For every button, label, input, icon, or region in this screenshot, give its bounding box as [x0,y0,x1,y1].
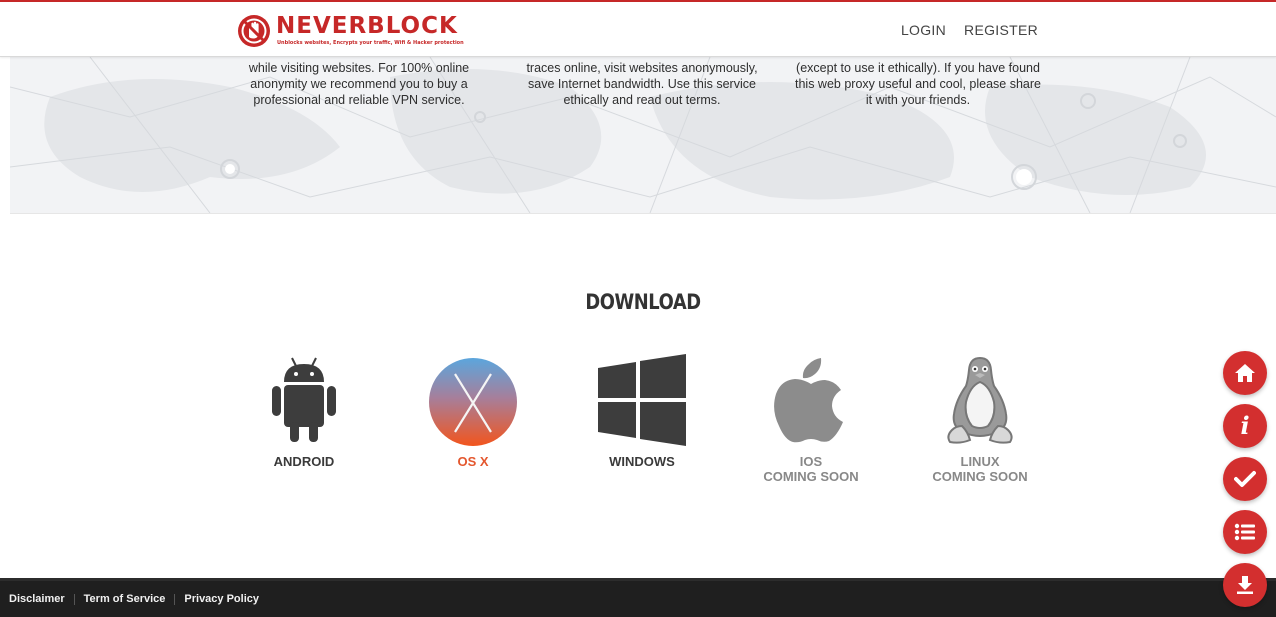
osx-icon [429,358,517,446]
download-windows[interactable]: WINDOWS [577,352,707,469]
list-icon [1234,523,1255,541]
feature-text-anonymity: traces online, visit websites anonymousl… [512,60,772,108]
download-ios[interactable]: IOS COMING SOON [746,352,876,484]
world-map-banner: while visiting websites. For 100% online… [10,57,1276,214]
check-button[interactable] [1223,457,1267,501]
info-button[interactable]: i [1223,404,1267,448]
platform-label: ANDROID [273,454,335,469]
list-button[interactable] [1223,510,1267,554]
platform-label: IOS [799,454,823,469]
coming-soon-label: COMING SOON [763,469,859,484]
feature-line: (except to use it ethically). If you hav… [796,61,1040,75]
download-heading: DOWNLOAD [585,290,701,314]
info-icon: i [1240,411,1250,440]
check-icon [1234,471,1256,487]
android-icon [272,357,336,442]
feature-text-privacy: while visiting websites. For 100% online… [229,60,489,108]
feature-line: traces online, visit websites anonymousl… [526,61,758,75]
footer-divider [174,593,176,605]
feature-line: save Internet bandwidth. Use this servic… [528,77,756,91]
platform-label: WINDOWS [609,454,675,469]
download-android[interactable]: ANDROID [239,352,369,469]
brand-tagline: Unblocks websites, Encrypts your traffic… [277,40,464,46]
footer-divider [73,593,75,605]
download-osx[interactable]: OS X [408,352,538,469]
download-linux[interactable]: LINUX COMING SOON [915,352,1045,484]
coming-soon-label: COMING SOON [932,469,1028,484]
brand-name: NEVERBLOCK [276,13,458,39]
platform-label: LINUX [960,454,1000,469]
feature-line: professional and reliable VPN service. [253,93,465,107]
account-nav: LOGIN REGISTER [901,22,1038,38]
privacy-policy-link[interactable]: Privacy Policy [184,593,259,605]
site-footer: Disclaimer Term of Service Privacy Polic… [0,578,1276,617]
platform-label: OS X [457,454,489,469]
feature-line: ethically and read out terms. [563,93,721,107]
login-link[interactable]: LOGIN [901,22,946,38]
site-header: NEVERBLOCK Unblocks websites, Encrypts y… [0,2,1276,57]
brand-logo[interactable]: NEVERBLOCK Unblocks websites, Encrypts y… [236,11,466,51]
home-icon [1235,364,1255,382]
footer-links: Disclaimer Term of Service Privacy Polic… [9,593,259,605]
register-link[interactable]: REGISTER [964,22,1038,38]
apple-icon [774,358,843,443]
download-button[interactable] [1223,563,1267,607]
feature-line: while visiting websites. For 100% online [248,61,470,75]
disclaimer-link[interactable]: Disclaimer [9,593,65,605]
download-icon [1237,576,1253,594]
feature-line: anonymity we recommend you to buy a [250,77,468,91]
terms-link[interactable]: Term of Service [84,593,166,605]
feature-line: it with your friends. [865,93,971,107]
linux-icon [947,356,1013,444]
windows-icon [598,354,686,446]
home-button[interactable] [1223,351,1267,395]
feature-text-share: (except to use it ethically). If you hav… [788,60,1048,108]
hand-stop-icon [238,15,270,47]
feature-line: this web proxy useful and cool, please s… [795,77,1041,91]
